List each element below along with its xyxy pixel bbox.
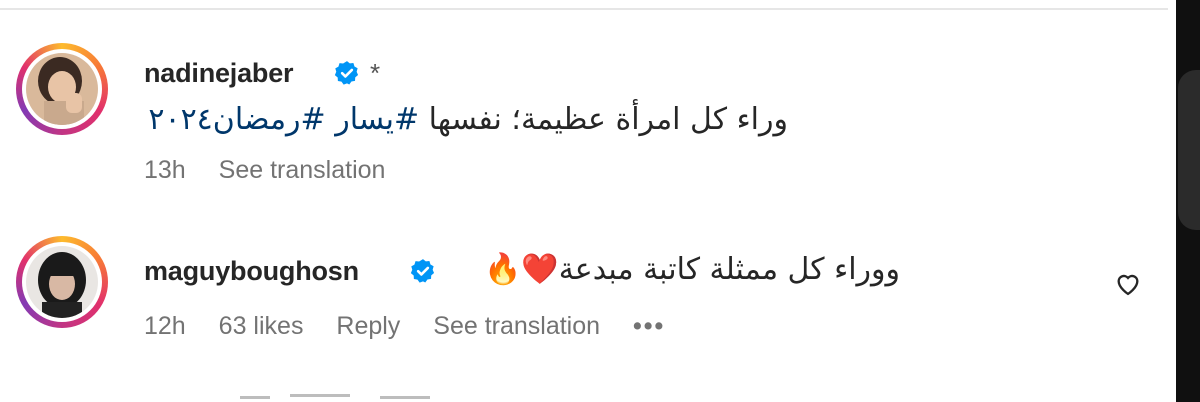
emoji: ❤️🔥	[483, 252, 559, 287]
comment-meta: 12h 63 likes Reply See translation •••	[144, 312, 691, 341]
comment-time[interactable]: 12h	[144, 312, 186, 340]
reply-button[interactable]: Reply	[336, 312, 400, 340]
likes-count[interactable]: 63 likes	[219, 312, 304, 340]
see-translation-button[interactable]: See translation	[219, 156, 386, 184]
asterisk: *	[370, 58, 381, 88]
avatar[interactable]	[16, 236, 108, 328]
heart-outline-icon[interactable]	[1113, 270, 1143, 298]
comment-item: maguyboughosn ووراء كل ممثلة كاتبة مبدعة…	[0, 200, 1168, 402]
avatar-photo	[26, 246, 98, 318]
comment-body: ووراء كل ممثلة كاتبة مبدعة	[558, 252, 900, 287]
username[interactable]: maguyboughosn	[144, 256, 359, 287]
comment-time[interactable]: 13h	[144, 156, 186, 184]
comment-text: وراء كل امرأة عظيمة؛ نفسها #يسار #رمضان٢…	[144, 102, 788, 137]
comment-caption: nadinejaber * وراء كل امرأة عظيمة؛ نفسها…	[0, 0, 1168, 200]
verified-badge-icon	[334, 61, 359, 85]
comment-text: ووراء كل ممثلة كاتبة مبدعة❤️🔥	[444, 252, 900, 287]
see-translation-button[interactable]: See translation	[433, 312, 600, 340]
profile-photo-icon	[26, 53, 98, 125]
side-media-edge	[1178, 70, 1200, 230]
profile-photo-icon	[26, 246, 98, 318]
cut-off-content	[230, 388, 460, 402]
verified-badge-icon	[410, 259, 435, 283]
more-options-icon[interactable]: •••	[633, 312, 665, 340]
comment-meta: 13h See translation	[144, 156, 411, 185]
avatar-photo	[26, 53, 98, 125]
caption-text: وراء كل امرأة عظيمة؛ نفسها	[419, 102, 788, 137]
avatar[interactable]	[16, 43, 108, 135]
hashtags[interactable]: #يسار #رمضان٢٠٢٤	[148, 102, 419, 137]
username[interactable]: nadinejaber	[144, 58, 294, 89]
